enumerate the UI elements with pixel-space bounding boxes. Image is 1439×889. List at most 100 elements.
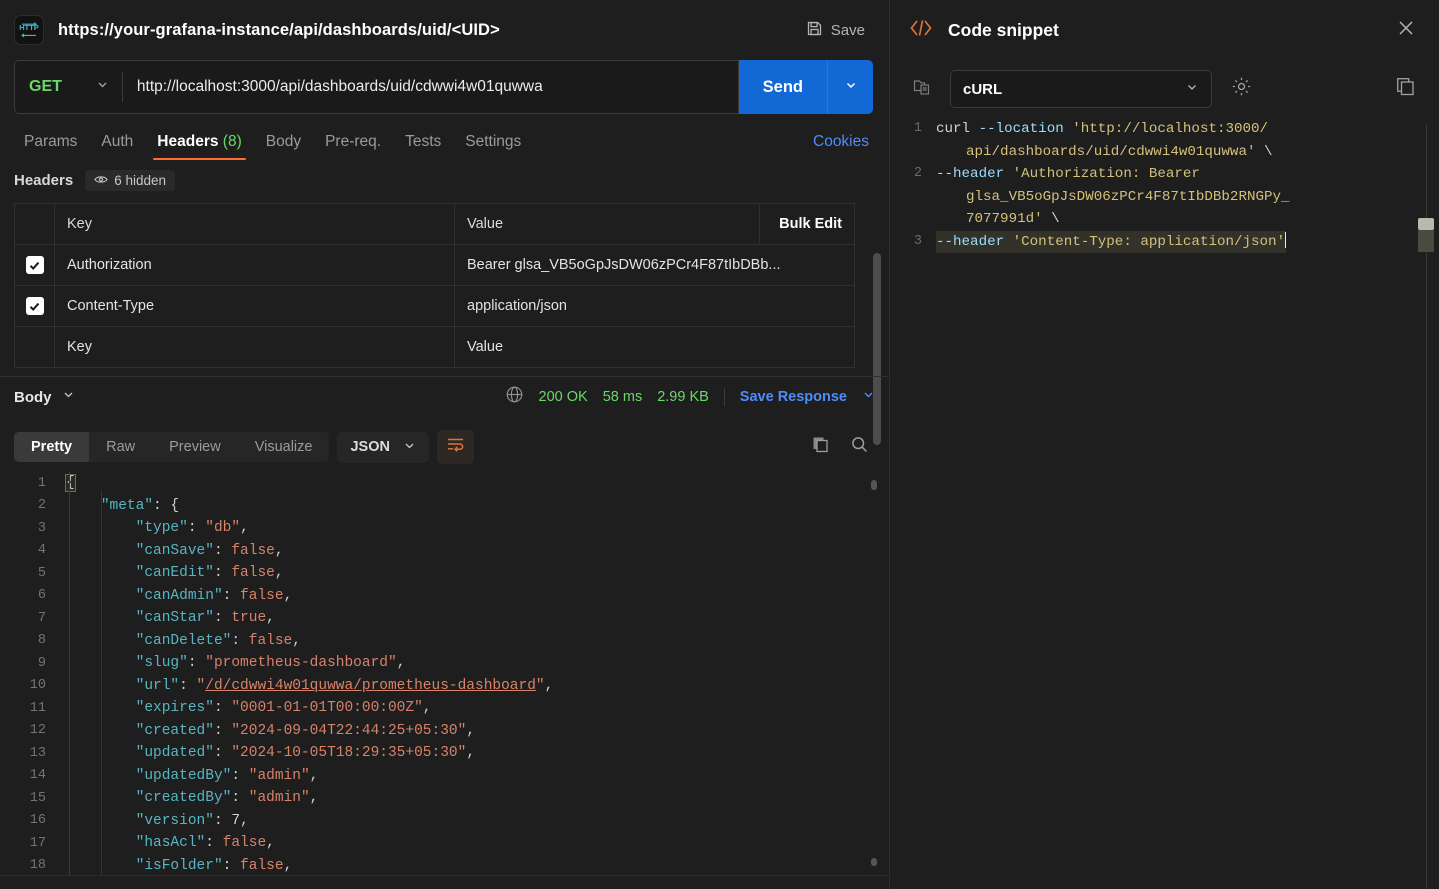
json-line-content: "version": 7, [66,813,249,829]
json-line: 2 "meta": { [0,495,889,518]
url-input[interactable] [122,61,738,113]
copy-to-clipboard-icon[interactable] [908,73,936,106]
json-line-content: "url": "/d/cdwwi4w01quwwa/prometheus-das… [66,677,554,694]
json-token: "version" [135,812,214,829]
format-label: JSON [350,439,390,455]
json-token: "meta" [100,497,154,514]
json-token: , [309,767,319,784]
line-number: 2 [37,498,46,514]
bulk-edit-button[interactable]: Bulk Edit [759,203,855,245]
divider [723,388,725,406]
code-snippet-editor[interactable]: 1 curl --location 'http://localhost:3000/… [890,118,1439,889]
json-token: true [231,610,267,627]
json-token: " [196,677,206,694]
new-header-value[interactable]: Value [454,326,855,368]
snippet-token [1004,234,1013,250]
chevron-down-icon [1185,80,1199,99]
json-line: 18 "isFolder": false, [0,855,889,876]
tab-pre-request[interactable]: Pre-req. [315,133,391,160]
snippet-scrollbar-thumb[interactable] [1418,218,1434,230]
json-scrollbar-thumb-top[interactable] [871,480,877,490]
tab-settings[interactable]: Settings [455,133,531,160]
json-token: : [222,857,241,874]
tab-label: Headers [157,133,219,150]
header-key[interactable]: Content-Type [54,285,455,327]
search-response-button[interactable] [844,431,875,463]
json-line: 8 "canDelete": false, [0,630,889,653]
postman-window: HTTP https://your-grafana-instance/api/d… [0,0,1439,889]
header-key[interactable]: Authorization [54,244,455,286]
json-token: "prometheus-dashboard" [205,655,397,672]
checkbox-checked-icon[interactable] [25,297,44,315]
snippet-line: 1 curl --location 'http://localhost:3000/… [890,118,1439,163]
cookies-link[interactable]: Cookies [813,133,873,160]
json-line-content: "created": "2024-09-04T22:44:25+05:30", [66,723,475,739]
tab-preview[interactable]: Preview [152,432,238,462]
tab-auth[interactable]: Auth [91,133,143,160]
row-checkbox-cell[interactable] [14,244,55,286]
tab-body[interactable]: Body [256,133,311,160]
chevron-down-icon[interactable] [862,388,875,406]
save-response-button[interactable]: Save Response [740,389,847,405]
line-number: 18 [29,858,46,874]
json-token: , [266,610,275,627]
header-value[interactable]: Bearer glsa_VB5oGpJsDW06zPCr4F87tIbDBb..… [454,244,855,286]
json-token: "admin" [248,790,310,807]
response-format-dropdown[interactable]: JSON [337,431,429,463]
header-value[interactable]: application/json [454,285,855,327]
json-token: "2024-09-04T22:44:25+05:30" [231,722,467,739]
json-token: , [396,655,406,672]
tab-visualize[interactable]: Visualize [238,432,330,462]
save-button[interactable]: Save [798,15,873,46]
json-token: "type" [135,520,188,537]
checkbox-checked-icon[interactable] [25,256,44,274]
row-checkbox-cell[interactable] [14,285,55,327]
copy-response-button[interactable] [805,431,836,463]
json-token[interactable]: /d/cdwwi4w01quwwa/prometheus-dashboard [205,678,536,694]
json-token: " [535,677,545,694]
json-token: false [222,835,267,852]
json-line: 10 "url": "/d/cdwwi4w01quwwa/prometheus-… [0,675,889,698]
url-bar: GET Send [0,60,889,116]
gear-icon[interactable] [1226,71,1257,107]
language-select[interactable]: cURL [950,70,1212,108]
snippet-token: \ [1255,143,1273,160]
tab-tests[interactable]: Tests [395,133,451,160]
select-all-cell [14,203,55,245]
json-line-content: "meta": { [66,498,179,514]
hidden-headers-toggle[interactable]: 6 hidden [85,170,176,191]
tab-pretty[interactable]: Pretty [14,432,90,462]
json-token: 7 [231,812,241,829]
json-line: 15 "createdBy": "admin", [0,787,889,810]
tab-headers[interactable]: Headers (8) [147,133,251,160]
json-token: "db" [205,520,241,537]
copy-snippet-icon[interactable] [1390,71,1421,107]
close-icon[interactable] [1391,13,1421,48]
json-scrollbar-thumb-bottom[interactable] [871,858,877,866]
snippet-line-body: --header 'Authorization: Bearer glsa_VB5o… [936,163,1290,231]
snippet-selection-marker [1418,230,1434,252]
snippet-lines: 1 curl --location 'http://localhost:3000/… [890,118,1439,253]
line-number: 3 [913,233,922,249]
response-view-tabs: Pretty Raw Preview Visualize [14,432,330,462]
response-status: 200 OK [538,389,588,405]
method-dropdown[interactable]: GET [15,61,123,113]
json-token: : [231,790,249,807]
line-number: 9 [37,655,46,671]
row-checkbox-cell[interactable] [14,326,55,368]
response-json-viewer[interactable]: 1{2 "meta": {3 "type": "db", 4 "canSave":… [0,472,889,875]
response-body-selector[interactable]: Body [14,388,75,406]
tab-raw[interactable]: Raw [89,432,152,462]
send-options-button[interactable] [827,60,873,114]
word-wrap-toggle[interactable] [436,430,474,464]
line-number: 2 [913,166,922,181]
save-label: Save [830,21,865,39]
tab-label: Settings [465,133,522,150]
json-token: "canEdit" [135,565,214,582]
tab-params[interactable]: Params [14,133,87,160]
send-button[interactable]: Send [738,60,827,114]
new-header-key[interactable]: Key [54,326,455,368]
horizontal-scrollbar[interactable] [0,875,889,889]
json-token: "canAdmin" [135,587,223,604]
